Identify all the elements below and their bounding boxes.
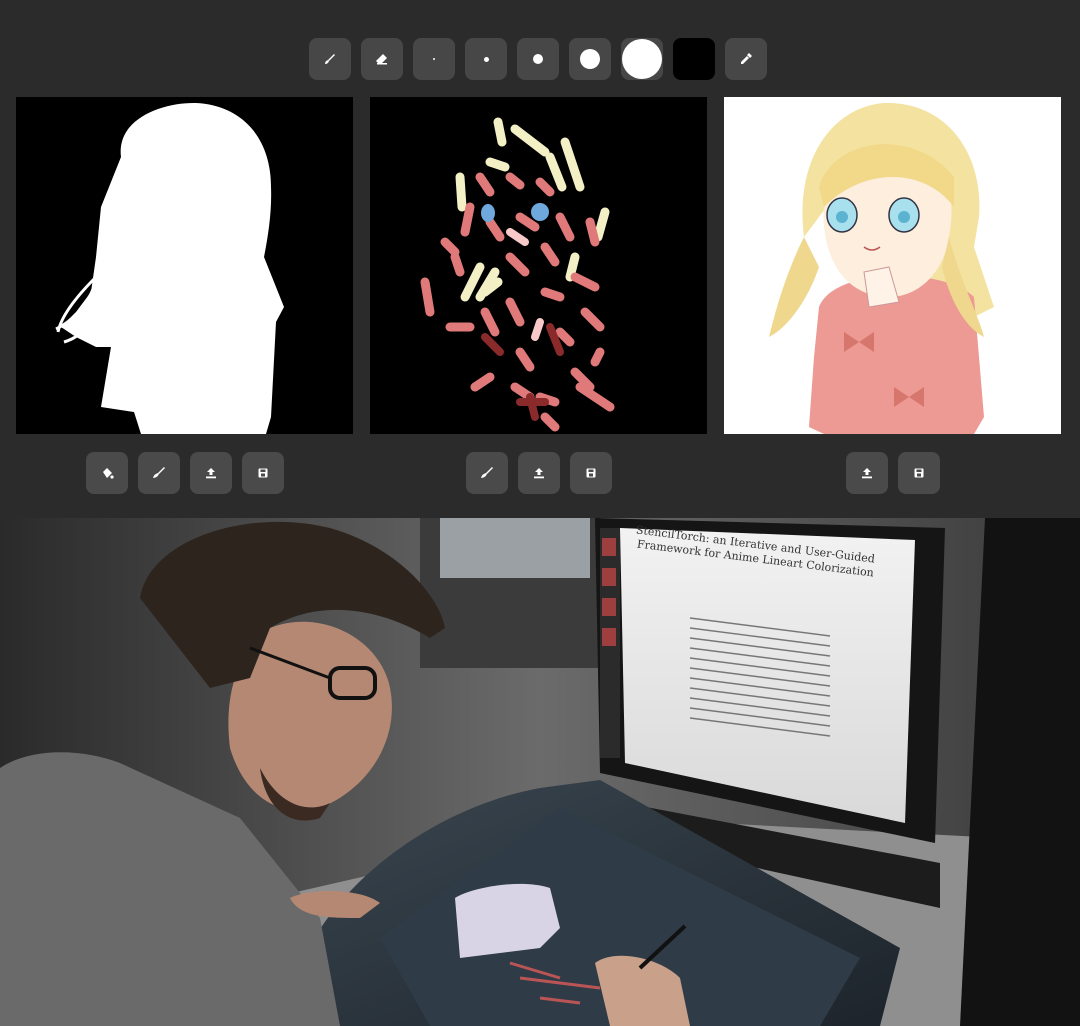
- save-icon: [584, 466, 598, 480]
- mask-panel[interactable]: [16, 97, 353, 434]
- brush-size-l-icon: [580, 49, 600, 69]
- color-swatch-button[interactable]: [673, 38, 715, 80]
- brush-size-xs-icon: [433, 58, 435, 60]
- result-upload-button[interactable]: [846, 452, 888, 494]
- toolbar: [309, 38, 767, 80]
- mask-panel-actions: [86, 452, 284, 494]
- mask-silhouette: [55, 102, 284, 434]
- mask-brush-button[interactable]: [138, 452, 180, 494]
- fill-button[interactable]: [86, 452, 128, 494]
- hints-brush-button[interactable]: [466, 452, 508, 494]
- result-panel[interactable]: [724, 97, 1061, 434]
- hints-strokes: [420, 117, 615, 432]
- stenciltorch-app: [0, 0, 1080, 518]
- paint-bucket-icon: [100, 466, 114, 480]
- user-photo: StencilTorch: an Iterative and User-Guid…: [0, 518, 1080, 1026]
- mask-save-button[interactable]: [242, 452, 284, 494]
- mask-upload-button[interactable]: [190, 452, 232, 494]
- upload-icon: [860, 466, 874, 480]
- brush-size-m-button[interactable]: [517, 38, 559, 80]
- hints-save-button[interactable]: [570, 452, 612, 494]
- hints-upload-button[interactable]: [518, 452, 560, 494]
- eraser-icon: [375, 52, 389, 66]
- upload-icon: [204, 466, 218, 480]
- brush-size-xs-button[interactable]: [413, 38, 455, 80]
- brush-size-m-icon: [533, 54, 543, 64]
- eyedropper-icon: [739, 52, 753, 66]
- brush-size-s-button[interactable]: [465, 38, 507, 80]
- color-picker-button[interactable]: [725, 38, 767, 80]
- save-icon: [912, 466, 926, 480]
- eraser-tool-button[interactable]: [361, 38, 403, 80]
- brush-size-l-button[interactable]: [569, 38, 611, 80]
- brush-icon: [480, 466, 494, 480]
- colorized-illustration: [769, 102, 994, 434]
- brush-size-xl-button[interactable]: [621, 38, 663, 80]
- result-panel-actions: [846, 452, 940, 494]
- hints-panel[interactable]: [370, 97, 707, 434]
- brush-size-s-icon: [483, 56, 489, 62]
- brush-tool-button[interactable]: [309, 38, 351, 80]
- hints-panel-actions: [466, 452, 612, 494]
- upload-icon: [532, 466, 546, 480]
- brush-icon: [152, 466, 166, 480]
- brush-size-xl-icon: [622, 39, 662, 79]
- brush-icon: [323, 52, 337, 66]
- result-save-button[interactable]: [898, 452, 940, 494]
- save-icon: [256, 466, 270, 480]
- photo-scene: StencilTorch: an Iterative and User-Guid…: [0, 518, 1080, 1026]
